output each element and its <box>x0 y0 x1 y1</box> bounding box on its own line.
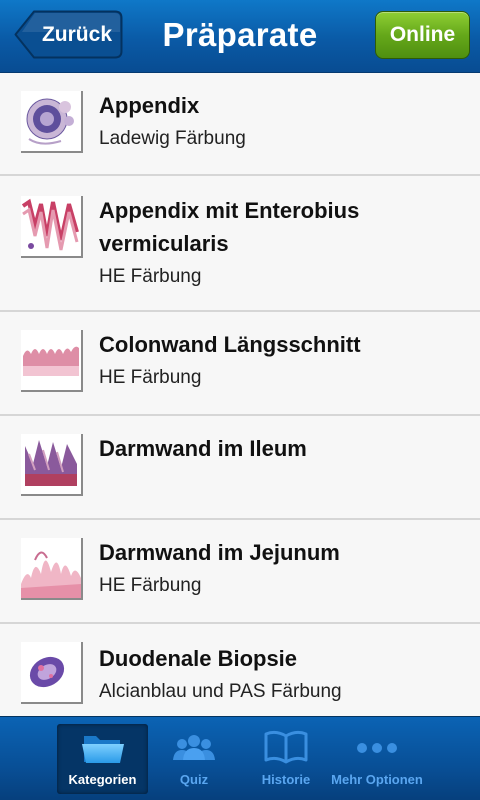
list-item-text: Colonwand Längsschnitt HE Färbung <box>99 328 459 391</box>
list-item-subtitle: HE Färbung <box>99 266 202 287</box>
list-item[interactable]: Darmwand im Ileum <box>0 416 480 520</box>
tab-historie[interactable]: Historie <box>244 724 328 794</box>
list-item-subtitle: Alcianblau und PAS Färbung <box>99 681 342 702</box>
list-item-title: Appendix <box>99 93 200 118</box>
list-item-subtitle: HE Färbung <box>99 367 202 388</box>
tab-label: Quiz <box>179 772 209 787</box>
online-button[interactable]: Online <box>375 11 470 59</box>
list-item[interactable]: Colonwand Längsschnitt HE Färbung <box>0 312 480 416</box>
tab-label: Kategorien <box>68 772 137 787</box>
bottom-tab-bar: Kategorien Quiz Historie Mehr Optionen <box>0 716 480 800</box>
tab-mehr-optionen[interactable]: Mehr Optionen <box>330 724 424 794</box>
back-button-label: Zurück <box>41 23 112 46</box>
back-button[interactable]: Zurück <box>14 10 123 59</box>
list-item-text: Appendix Ladewig Färbung <box>99 89 459 152</box>
list-item-title: Appendix mit Enterobius vermicularis <box>99 198 360 256</box>
tab-label: Mehr Optionen <box>331 772 423 787</box>
more-dots-icon <box>330 728 424 768</box>
list-item-subtitle: HE Färbung <box>99 575 202 596</box>
list-item[interactable]: Appendix mit Enterobius vermicularis HE … <box>0 176 480 312</box>
list-item[interactable]: Darmwand im Jejunum HE Färbung <box>0 520 480 624</box>
tab-kategorien[interactable]: Kategorien <box>57 724 148 794</box>
specimen-thumbnail <box>21 642 83 704</box>
specimen-thumbnail <box>21 538 83 600</box>
list-item-subtitle: Ladewig Färbung <box>99 128 246 149</box>
specimen-list: Appendix Ladewig Färbung Appendix mit En… <box>0 73 480 716</box>
specimen-thumbnail <box>21 91 83 153</box>
list-item[interactable]: Appendix Ladewig Färbung <box>0 73 480 176</box>
nav-header: Zurück Präparate Online <box>0 0 480 73</box>
list-item-title: Darmwand im Jejunum <box>99 540 340 565</box>
list-item[interactable]: Duodenale Biopsie Alcianblau und PAS Fär… <box>0 624 480 716</box>
list-item-text: Duodenale Biopsie Alcianblau und PAS Fär… <box>99 642 459 705</box>
app-screen: Zurück Präparate Online Appendix Ladewig… <box>0 0 480 800</box>
list-item-text: Darmwand im Ileum <box>99 432 459 465</box>
tab-quiz[interactable]: Quiz <box>152 724 236 794</box>
specimen-thumbnail <box>21 196 83 258</box>
tab-label: Historie <box>261 772 311 787</box>
list-item-text: Appendix mit Enterobius vermicularis HE … <box>99 194 459 290</box>
list-item-title: Darmwand im Ileum <box>99 436 307 461</box>
specimen-thumbnail <box>21 330 83 392</box>
folder-icon <box>57 728 148 768</box>
specimen-thumbnail <box>21 434 83 496</box>
list-item-title: Duodenale Biopsie <box>99 646 298 671</box>
people-icon <box>152 728 236 768</box>
list-item-title: Colonwand Längsschnitt <box>99 332 361 357</box>
page-title: Präparate <box>162 16 318 53</box>
list-item-text: Darmwand im Jejunum HE Färbung <box>99 536 459 599</box>
book-icon <box>244 728 328 768</box>
